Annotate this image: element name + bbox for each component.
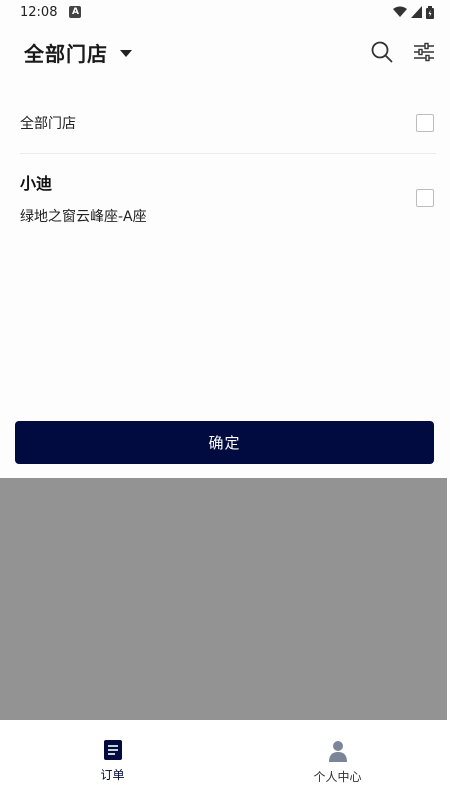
- filter-button[interactable]: [412, 40, 436, 64]
- app-screen: 12:08 A 全部门店 全部门店 小迪 绿地之窗云峰座-A座 确定 订单 个人…: [0, 0, 450, 800]
- status-bar: 12:08 A: [0, 0, 450, 24]
- chevron-down-icon: [120, 49, 132, 57]
- notification-icon: A: [69, 6, 82, 18]
- confirm-button[interactable]: 确定: [15, 421, 434, 464]
- header-actions: [370, 40, 436, 64]
- store-info: 小迪 绿地之窗云峰座-A座: [20, 170, 416, 226]
- all-stores-label: 全部门店: [20, 115, 76, 132]
- nav-item-profile[interactable]: 个人中心: [225, 720, 450, 800]
- battery-icon: [426, 5, 434, 19]
- nav-label-profile: 个人中心: [313, 770, 362, 784]
- store-checkbox[interactable]: [416, 189, 434, 207]
- store-option-item[interactable]: 小迪 绿地之窗云峰座-A座: [20, 154, 436, 242]
- wifi-icon: [393, 6, 407, 17]
- status-time: 12:08: [20, 4, 58, 20]
- dim-overlay[interactable]: [0, 478, 447, 720]
- all-stores-checkbox[interactable]: [416, 113, 434, 132]
- page-header: 全部门店: [0, 30, 450, 74]
- bottom-nav: 订单 个人中心: [0, 720, 450, 800]
- store-selector[interactable]: 全部门店: [24, 38, 132, 67]
- signal-icon: [411, 6, 422, 18]
- store-list: 全部门店 小迪 绿地之窗云峰座-A座: [0, 92, 450, 242]
- nav-item-orders[interactable]: 订单: [0, 720, 225, 800]
- store-option-text: 全部门店: [20, 113, 416, 133]
- status-indicators: [393, 5, 434, 19]
- search-button[interactable]: [370, 40, 394, 64]
- store-option-all[interactable]: 全部门店: [20, 92, 436, 154]
- person-icon: [328, 741, 347, 762]
- search-icon: [371, 41, 393, 63]
- store-name: 小迪: [20, 174, 53, 193]
- page-title: 全部门店: [24, 41, 108, 66]
- store-address: 绿地之窗云峰座-A座: [20, 209, 147, 225]
- nav-label-orders: 订单: [100, 768, 125, 782]
- orders-icon: [103, 740, 122, 760]
- filter-sliders-icon: [414, 42, 434, 62]
